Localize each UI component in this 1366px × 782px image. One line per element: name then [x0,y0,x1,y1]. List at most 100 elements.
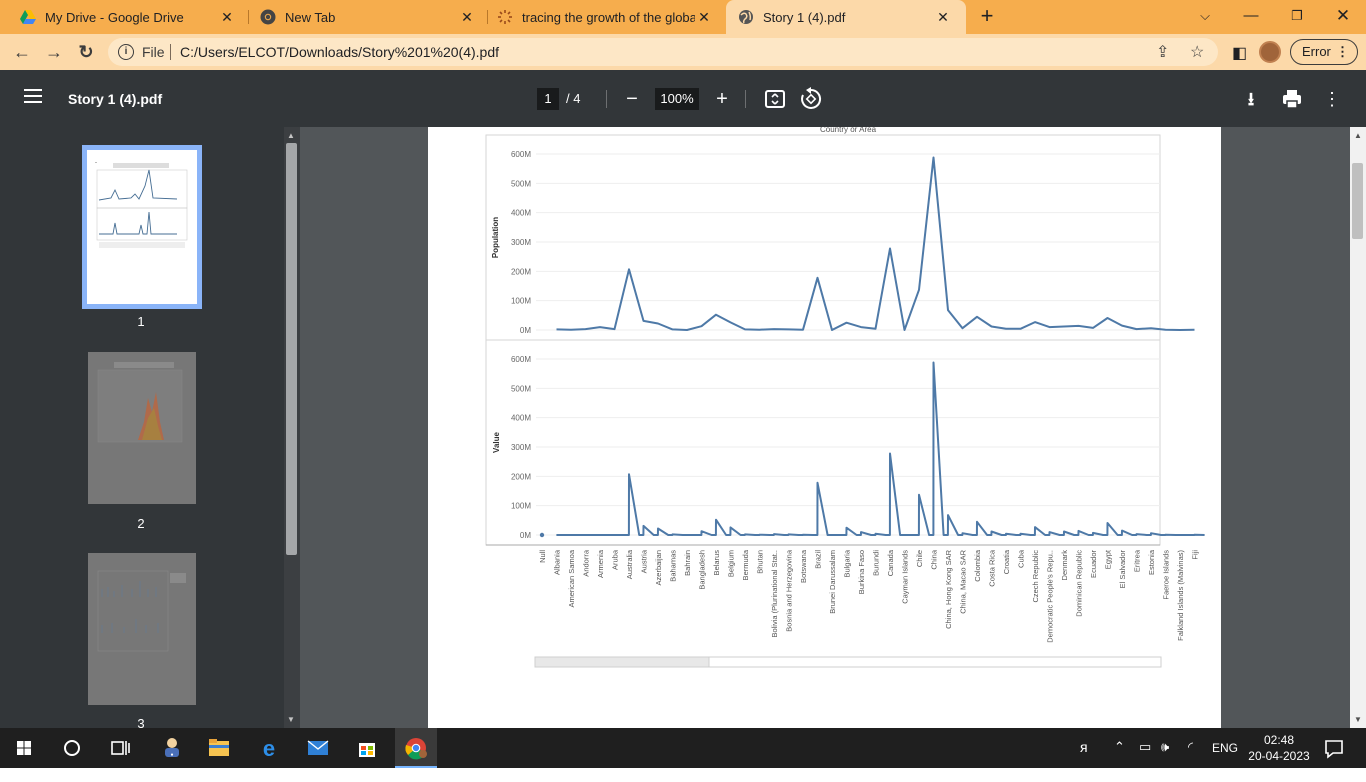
browser-tab-strip: My Drive - Google Drive ✕ New Tab ✕ trac… [0,0,1366,34]
x-tick-label: Bolivia (Plurinational Stat.. [770,550,779,638]
new-tab-button[interactable]: + [976,5,998,27]
y-tick-label: 500M [511,384,531,393]
close-tab-icon[interactable]: ✕ [458,9,476,26]
error-button[interactable]: Error ⋮ [1290,39,1358,65]
x-tick-label: Bulgaria [843,549,852,577]
zoom-input[interactable]: 100% [655,88,699,110]
x-tick-label: Bosnia and Herzegovina [785,549,794,632]
wifi-icon[interactable]: ◜ [1188,739,1193,755]
x-tick-label: Ecuador [1089,550,1098,578]
x-tick-label: Null [538,550,547,563]
url-text[interactable]: C:/Users/ELCOT/Downloads/Story%201%20(4)… [180,44,499,60]
x-tick-label: Bhutan [756,550,765,574]
page-total: / 4 [566,91,581,106]
scroll-down-arrow-icon[interactable]: ▼ [287,715,295,724]
volume-icon[interactable]: 🕪 [1161,739,1169,755]
task-view-icon[interactable] [100,728,140,768]
close-tab-icon[interactable]: ✕ [695,9,713,26]
y-tick-label: 100M [511,297,531,306]
x-tick-label: American Samoa [567,549,576,607]
plot-frame [485,134,1161,341]
zoom-out-button[interactable]: − [619,86,645,112]
tab-new-tab[interactable]: New Tab ✕ [240,0,490,34]
thumbnail-page-3[interactable] [88,553,196,705]
y-tick-label: 300M [511,443,531,452]
x-tick-label: Cuba [1017,549,1026,568]
fit-page-icon[interactable] [762,86,788,112]
forward-arrow-icon[interactable]: → [40,38,68,66]
back-arrow-icon[interactable]: ← [8,38,36,66]
clock[interactable]: 02:48 20-04-2023 [1248,732,1310,764]
url-scheme: File [142,44,165,60]
clock-date: 20-04-2023 [1248,749,1310,763]
scroll-down-arrow-icon[interactable]: ▼ [1354,715,1362,724]
close-tab-icon[interactable]: ✕ [218,9,236,26]
mail-icon[interactable] [298,728,338,768]
chevron-up-icon[interactable]: ⌃ [1114,739,1125,755]
tab-tracing-growth[interactable]: tracing the growth of the global ✕ [477,0,727,34]
battery-icon[interactable]: ▭ [1139,739,1151,755]
svg-text:e: e [263,736,275,761]
y-tick-label: 200M [511,472,531,481]
scroll-up-arrow-icon[interactable]: ▲ [287,131,295,140]
omnibox[interactable]: i File C:/Users/ELCOT/Downloads/Story%20… [108,38,1218,66]
rotate-icon[interactable] [798,86,824,112]
page-number-input[interactable]: 1 [537,88,559,110]
thumbnail-page-1[interactable] [82,145,202,309]
thumbnail-page-2[interactable] [88,352,196,504]
more-options-icon[interactable]: ⋮ [1319,86,1345,112]
x-tick-label: Belgium [727,550,736,577]
info-icon[interactable]: i [118,44,134,60]
tab-search-chevron-icon[interactable]: ⌵ [1182,0,1228,34]
profile-avatar[interactable] [1259,41,1281,63]
close-tab-icon[interactable]: ✕ [934,9,952,26]
search-icon[interactable] [52,728,92,768]
restore-button[interactable]: ❐ [1274,0,1320,34]
tab-google-drive[interactable]: My Drive - Google Drive ✕ [0,0,250,34]
share-icon[interactable]: ⇪ [1156,42,1169,62]
y-tick-label: 500M [511,179,531,188]
y-tick-label: 600M [511,355,531,364]
close-window-button[interactable]: ✕ [1320,0,1366,34]
chrome-icon [405,738,427,760]
notification-icon[interactable] [1314,728,1354,768]
thumbnail-label: 2 [137,516,145,531]
file-explorer-icon[interactable] [199,728,239,768]
scrollbar-thumb[interactable] [1352,163,1363,239]
x-tick-label: Australia [625,549,634,579]
store-icon[interactable] [347,728,387,768]
y-axis-label: Population [491,217,500,258]
tab-story-pdf[interactable]: Story 1 (4).pdf ✕ [726,0,966,34]
thumbnail-preview [97,570,186,652]
x-tick-label: Aruba [611,549,620,570]
reload-icon[interactable]: ↻ [72,38,100,66]
omnibox-divider [170,44,171,60]
scroll-up-arrow-icon[interactable]: ▲ [1354,131,1362,140]
main-scrollbar[interactable]: ▲ ▼ [1350,127,1366,728]
zoom-in-button[interactable]: + [709,86,735,112]
download-icon[interactable]: ⭳ [1238,86,1264,112]
thumbnail-preview [95,162,188,248]
x-tick-label: China, Macao SAR [959,549,968,613]
sidebar-scrollbar[interactable]: ▲ ▼ [284,127,300,728]
hamburger-menu-icon[interactable] [24,89,42,103]
edge-browser-icon[interactable]: e [249,728,289,768]
language-indicator[interactable]: ENG [1212,741,1238,755]
pdf-toolbar: Story 1 (4).pdf 1 / 4 − 100% + ⭳ ⋮ [0,70,1366,127]
chrome-taskbar-button[interactable] [395,728,437,768]
scrollbar-thumb[interactable] [286,143,297,555]
windows-start-icon[interactable] [4,728,44,768]
data-point-null [539,532,545,538]
people-icon[interactable]: ᴙ [1080,739,1088,755]
bookmark-star-icon[interactable]: ☆ [1190,42,1204,62]
print-icon[interactable] [1279,86,1305,112]
x-tick-label: Falkland Islands (Malvinas) [1176,550,1185,641]
app-character-icon[interactable]: ● [152,728,192,768]
x-tick-label: Andorra [582,549,591,577]
tab-label: New Tab [285,9,336,25]
side-panel-icon[interactable]: ◧ [1232,43,1247,63]
minimize-button[interactable]: — [1228,0,1274,34]
toolbar-divider [606,90,607,108]
x-tick-label: Egypt [1104,549,1113,569]
loading-icon [498,10,512,24]
